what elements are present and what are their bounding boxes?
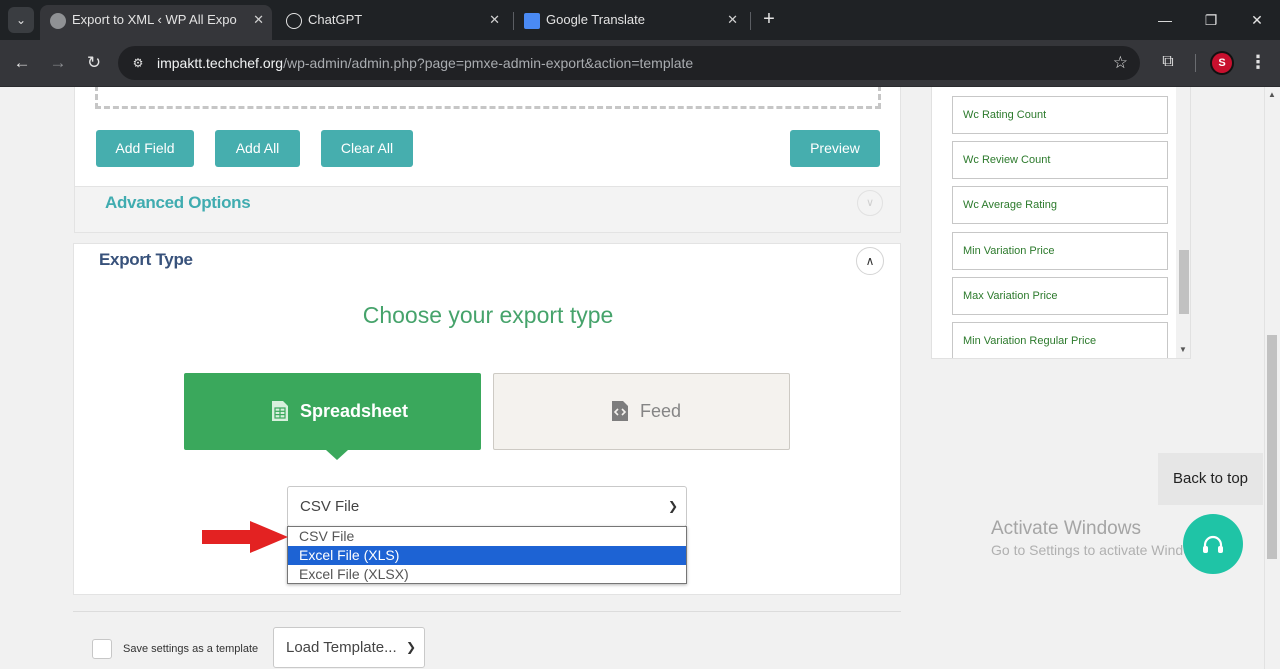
feed-label: Feed (640, 401, 682, 421)
forward-arrow-icon[interactable]: → (45, 50, 71, 76)
export-fields-panel: Add Field Add All Clear All Preview (74, 87, 901, 187)
reload-icon[interactable]: ↻ (81, 50, 107, 76)
field-list-scrollbar[interactable]: ▼ (1176, 87, 1190, 358)
load-template-select[interactable]: Load Template... ❯ (273, 627, 425, 668)
close-window-icon[interactable]: ✕ (1242, 6, 1272, 34)
spreadsheet-icon (272, 401, 288, 421)
spreadsheet-option[interactable]: Spreadsheet (184, 373, 481, 450)
bookmark-star-icon[interactable]: ☆ (1113, 46, 1128, 80)
url-host: impaktt.techchef.org (157, 55, 284, 71)
new-tab-button[interactable]: + (758, 6, 780, 32)
tab-google-translate[interactable]: Google Translate ✕ (514, 5, 746, 40)
preview-button[interactable]: Preview (790, 130, 880, 167)
clear-all-button[interactable]: Clear All (321, 130, 413, 167)
tab-title: Google Translate (546, 12, 646, 27)
browser-tab-strip: ⌄ Export to XML ‹ WP All Export ‹ ✕ Chat… (0, 0, 1280, 40)
tab-export-to-xml[interactable]: Export to XML ‹ WP All Export ‹ ✕ (40, 5, 272, 40)
restore-icon[interactable]: ❐ (1196, 6, 1226, 34)
code-file-icon (612, 401, 628, 421)
chevron-up-icon[interactable]: ∧ (856, 247, 884, 275)
activate-windows-watermark: Activate Windows Go to Settings to activ… (991, 518, 1212, 558)
page-scroll-thumb[interactable] (1267, 335, 1277, 559)
fields-drop-zone[interactable] (95, 87, 881, 109)
url-path: /wp-admin/admin.php?page=pmxe-admin-expo… (283, 55, 694, 71)
address-bar[interactable]: ⚙ impaktt.techchef.org/wp-admin/admin.ph… (118, 46, 1140, 80)
extensions-puzzle-icon[interactable]: ⧉ (1157, 51, 1179, 73)
field-item[interactable]: Max Variation Price (952, 277, 1168, 315)
close-tab-icon[interactable]: ✕ (253, 5, 264, 35)
field-list-scroll-thumb[interactable] (1179, 250, 1189, 314)
back-arrow-icon[interactable]: ← (9, 50, 35, 76)
section-divider (73, 611, 901, 612)
tab-title: ChatGPT (308, 12, 363, 27)
field-item[interactable]: Wc Review Count (952, 141, 1168, 179)
field-item[interactable]: Wc Average Rating (952, 186, 1168, 224)
red-arrow-annotation (202, 521, 288, 553)
option-excel-xls[interactable]: Excel File (XLS) (288, 546, 686, 565)
toolbar-separator (1195, 54, 1196, 72)
help-chat-button[interactable] (1183, 514, 1243, 574)
save-template-label: Save settings as a template (123, 643, 259, 655)
activate-windows-subtitle: Go to Settings to activate Windows. (991, 542, 1212, 558)
back-to-top-button[interactable]: Back to top (1158, 453, 1263, 505)
chatgpt-icon (286, 13, 302, 29)
chevron-down-icon[interactable]: ∨ (857, 190, 883, 216)
field-item[interactable]: Min Variation Regular Price (952, 322, 1168, 358)
minimize-icon[interactable]: — (1150, 6, 1180, 34)
close-tab-icon[interactable]: ✕ (489, 5, 500, 35)
url-text[interactable]: impaktt.techchef.org/wp-admin/admin.php?… (157, 46, 693, 80)
add-field-button[interactable]: Add Field (96, 130, 194, 167)
site-info-icon[interactable]: ⚙ (128, 53, 148, 73)
scroll-up-arrow-icon[interactable]: ▲ (1268, 90, 1276, 99)
browser-menu-icon[interactable]: ⋮ (1249, 51, 1267, 73)
choose-export-type-heading: Choose your export type (362, 302, 614, 328)
page-scrollbar[interactable]: ▲ (1264, 87, 1280, 669)
spreadsheet-label: Spreadsheet (300, 401, 409, 421)
selected-pointer (326, 450, 348, 460)
chevron-down-icon: ❯ (667, 499, 678, 513)
field-item[interactable]: Wc Rating Count (952, 96, 1168, 134)
chevron-down-icon: ❯ (405, 640, 416, 654)
tab-chatgpt[interactable]: ChatGPT ✕ (276, 5, 508, 40)
save-template-checkbox[interactable] (92, 639, 112, 659)
export-format-select[interactable]: CSV File ❯ (287, 486, 687, 527)
option-excel-xlsx[interactable]: Excel File (XLSX) (288, 565, 686, 584)
scroll-down-arrow-icon[interactable]: ▼ (1179, 345, 1187, 354)
feed-option[interactable]: Feed (493, 373, 790, 450)
field-item[interactable]: Min Variation Price (952, 232, 1168, 270)
browser-toolbar: ← → ↻ ⚙ impaktt.techchef.org/wp-admin/ad… (0, 40, 1280, 87)
advanced-options-section[interactable]: Advanced Options ∨ (74, 186, 901, 233)
tab-separator (750, 12, 751, 30)
option-csv-file[interactable]: CSV File (288, 527, 686, 546)
close-tab-icon[interactable]: ✕ (727, 5, 738, 35)
export-format-options: CSV File Excel File (XLS) Excel File (XL… (287, 526, 687, 584)
google-translate-icon (524, 13, 540, 29)
tab-title: Export to XML ‹ WP All Export ‹ (72, 12, 237, 27)
export-format-value: CSV File (300, 498, 360, 515)
advanced-options-title: Advanced Options (105, 193, 251, 212)
add-all-button[interactable]: Add All (215, 130, 300, 167)
activate-windows-title: Activate Windows (991, 518, 1141, 539)
export-type-title: Export Type (99, 250, 193, 269)
profile-avatar[interactable]: S (1212, 53, 1232, 73)
available-fields-list: Wc Rating Count Wc Review Count Wc Avera… (931, 87, 1191, 359)
globe-icon (50, 13, 66, 29)
load-template-value: Load Template... (286, 639, 397, 656)
headset-icon (1203, 535, 1223, 553)
tab-search-button[interactable]: ⌄ (8, 7, 34, 33)
